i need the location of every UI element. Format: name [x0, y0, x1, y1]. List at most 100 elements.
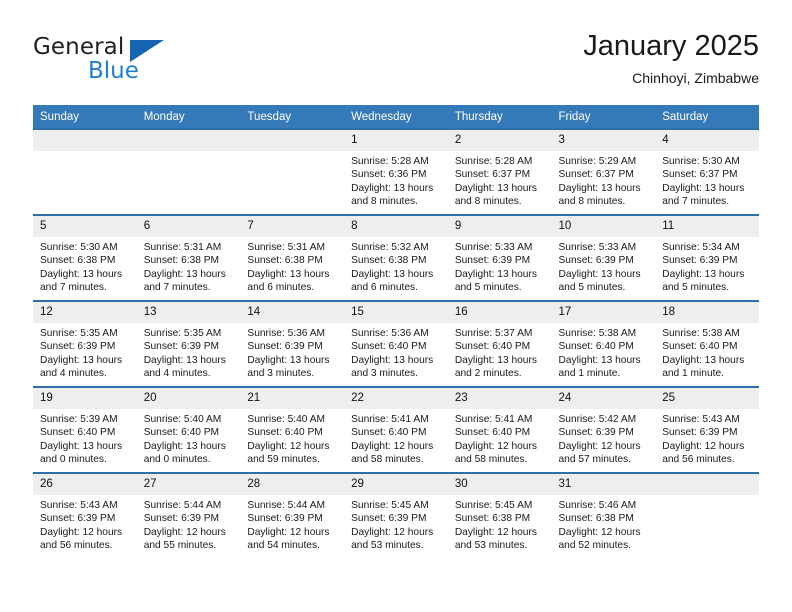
calendar-day-cell[interactable]: 3 Sunrise: 5:29 AM Sunset: 6:37 PM Daylight… — [551, 128, 656, 215]
calendar-day-cell[interactable]: 9 Sunrise: 5:33 AM Sunset: 6:39 PM Daylight… — [447, 214, 552, 301]
daylight-duration-line1: Daylight: 12 hours — [40, 526, 123, 538]
title-block: January 2025 Chinhoyi, Zimbabwe — [583, 28, 759, 87]
day-cell-content: 14 Sunrise: 5:36 AM Sunset: 6:39 PM Dayligh… — [240, 302, 345, 386]
daylight-duration-line1: Daylight: 12 hours — [454, 526, 537, 538]
calendar-day-cell[interactable]: 31 Sunrise: 5:46 AM Sunset: 6:38 PM Dayligh… — [551, 472, 656, 558]
day-cell-content: 28 Sunrise: 5:44 AM Sunset: 6:39 PM Dayligh… — [240, 474, 345, 558]
calendar-day-cell[interactable]: 23 Sunrise: 5:41 AM Sunset: 6:40 PM Dayligh… — [447, 386, 552, 473]
sunrise-time: Sunrise: 5:43 AM — [40, 500, 118, 511]
daylight-duration-line2: and 58 minutes. — [454, 454, 528, 466]
calendar-day-cell[interactable]: 8 Sunrise: 5:32 AM Sunset: 6:38 PM Daylight… — [344, 214, 448, 301]
sunset-time: Sunset: 6:39 PM — [454, 255, 531, 267]
daylight-duration-line2: and 58 minutes. — [351, 454, 424, 466]
daylight-duration-line2: and 54 minutes. — [247, 540, 320, 552]
daylight-duration-line1: Daylight: 12 hours — [247, 526, 330, 538]
calendar-day-cell[interactable]: 6 Sunrise: 5:31 AM Sunset: 6:38 PM Daylight… — [136, 214, 241, 301]
sun-info: Sunrise: 5:44 AM Sunset: 6:39 PM Daylight:… — [137, 495, 241, 553]
day-number: 1 — [344, 130, 448, 151]
day-cell-content: 25 Sunrise: 5:43 AM Sunset: 6:39 PM Dayligh… — [655, 388, 759, 472]
calendar-day-cell[interactable]: 7 Sunrise: 5:31 AM Sunset: 6:38 PM Daylight… — [240, 214, 345, 301]
calendar-day-cell[interactable]: 17 Sunrise: 5:38 AM Sunset: 6:40 PM Dayligh… — [551, 300, 656, 387]
daylight-duration-line1: Daylight: 13 hours — [351, 354, 434, 366]
calendar-day-cell[interactable]: 2 Sunrise: 5:28 AM Sunset: 6:37 PM Daylight… — [447, 128, 552, 215]
calendar-day-cell[interactable]: 27 Sunrise: 5:44 AM Sunset: 6:39 PM Dayligh… — [136, 472, 241, 558]
day-number: 22 — [344, 388, 448, 409]
calendar-day-cell[interactable]: 28 Sunrise: 5:44 AM Sunset: 6:39 PM Dayligh… — [240, 472, 345, 558]
weekday-header-friday: Friday — [551, 105, 656, 129]
daylight-duration-line1: Daylight: 13 hours — [454, 354, 537, 366]
daylight-duration-line2: and 1 minute. — [662, 368, 724, 380]
day-number: 13 — [136, 302, 241, 323]
daylight-duration-line1: Daylight: 13 hours — [351, 182, 434, 194]
sunrise-time: Sunrise: 5:40 AM — [247, 414, 325, 425]
calendar-day-cell[interactable]: 13 Sunrise: 5:35 AM Sunset: 6:39 PM Dayligh… — [136, 300, 241, 387]
daylight-duration-line1: Daylight: 13 hours — [40, 440, 123, 452]
sun-info: Sunrise: 5:44 AM Sunset: 6:39 PM Daylight:… — [240, 495, 344, 553]
day-number: 29 — [344, 474, 448, 495]
day-number: 25 — [655, 388, 759, 409]
day-number: 5 — [33, 216, 137, 237]
calendar-day-cell[interactable]: 25 Sunrise: 5:43 AM Sunset: 6:39 PM Dayligh… — [655, 386, 759, 473]
calendar-empty-cell — [33, 128, 137, 215]
day-number — [240, 130, 345, 151]
calendar-day-cell[interactable]: 24 Sunrise: 5:42 AM Sunset: 6:39 PM Dayligh… — [551, 386, 656, 473]
sun-info: Sunrise: 5:36 AM Sunset: 6:40 PM Daylight:… — [344, 323, 448, 381]
daylight-duration-line2: and 4 minutes. — [143, 368, 211, 380]
day-number: 16 — [447, 302, 552, 323]
calendar-day-cell[interactable]: 20 Sunrise: 5:40 AM Sunset: 6:40 PM Dayligh… — [136, 386, 241, 473]
sunrise-time: Sunrise: 5:41 AM — [351, 414, 429, 425]
day-cell-content: 17 Sunrise: 5:38 AM Sunset: 6:40 PM Dayligh… — [551, 302, 656, 386]
calendar-body: 1 Sunrise: 5:28 AM Sunset: 6:36 PM Daylight… — [33, 128, 759, 558]
sunrise-time: Sunrise: 5:30 AM — [662, 156, 740, 167]
calendar-week-row: 5 Sunrise: 5:30 AM Sunset: 6:38 PM Daylight… — [33, 214, 759, 301]
sunrise-time: Sunrise: 5:32 AM — [351, 242, 429, 253]
calendar-day-cell[interactable]: 16 Sunrise: 5:37 AM Sunset: 6:40 PM Dayligh… — [447, 300, 552, 387]
calendar-day-cell[interactable]: 30 Sunrise: 5:45 AM Sunset: 6:38 PM Dayligh… — [447, 472, 552, 558]
sunset-time: Sunset: 6:39 PM — [247, 513, 323, 525]
sunset-time: Sunset: 6:38 PM — [40, 255, 116, 267]
daylight-duration-line2: and 59 minutes. — [247, 454, 320, 466]
daylight-duration-line2: and 0 minutes. — [40, 454, 107, 466]
calendar-day-cell[interactable]: 18 Sunrise: 5:38 AM Sunset: 6:40 PM Dayligh… — [655, 300, 759, 387]
day-cell-content: 4 Sunrise: 5:30 AM Sunset: 6:37 PM Daylight… — [655, 130, 759, 214]
general-blue-logo[interactable]: General Blue — [33, 34, 253, 92]
daylight-duration-line2: and 55 minutes. — [143, 540, 217, 552]
calendar-day-cell[interactable]: 12 Sunrise: 5:35 AM Sunset: 6:39 PM Dayligh… — [33, 300, 137, 387]
day-cell-content: 7 Sunrise: 5:31 AM Sunset: 6:38 PM Daylight… — [240, 216, 345, 300]
sunset-time: Sunset: 6:38 PM — [351, 255, 427, 267]
sun-info: Sunrise: 5:46 AM Sunset: 6:38 PM Daylight:… — [552, 495, 656, 553]
daylight-duration-line2: and 0 minutes. — [143, 454, 211, 466]
day-cell-content: 22 Sunrise: 5:41 AM Sunset: 6:40 PM Dayligh… — [344, 388, 448, 472]
sunset-time: Sunset: 6:39 PM — [40, 341, 116, 353]
sunrise-time: Sunrise: 5:28 AM — [454, 156, 533, 167]
daylight-duration-line2: and 8 minutes. — [558, 196, 626, 208]
page-title: January 2025 — [583, 30, 759, 62]
calendar-day-cell[interactable]: 14 Sunrise: 5:36 AM Sunset: 6:39 PM Dayligh… — [240, 300, 345, 387]
sun-info: Sunrise: 5:39 AM Sunset: 6:40 PM Daylight:… — [33, 409, 137, 467]
calendar-day-cell[interactable]: 19 Sunrise: 5:39 AM Sunset: 6:40 PM Dayligh… — [33, 386, 137, 473]
calendar-day-cell[interactable]: 11 Sunrise: 5:34 AM Sunset: 6:39 PM Dayligh… — [655, 214, 759, 301]
daylight-duration-line2: and 7 minutes. — [143, 282, 211, 294]
calendar-day-cell[interactable]: 15 Sunrise: 5:36 AM Sunset: 6:40 PM Dayligh… — [344, 300, 448, 387]
day-cell-content: 10 Sunrise: 5:33 AM Sunset: 6:39 PM Dayligh… — [551, 216, 656, 300]
sunset-time: Sunset: 6:39 PM — [558, 255, 634, 267]
weekday-header-wednesday: Wednesday — [344, 105, 448, 129]
calendar-day-cell[interactable]: 22 Sunrise: 5:41 AM Sunset: 6:40 PM Dayligh… — [344, 386, 448, 473]
sun-info: Sunrise: 5:29 AM Sunset: 6:37 PM Daylight:… — [552, 151, 656, 209]
daylight-duration-line1: Daylight: 13 hours — [558, 354, 641, 366]
calendar-day-cell[interactable]: 29 Sunrise: 5:45 AM Sunset: 6:39 PM Dayligh… — [344, 472, 448, 558]
calendar-day-cell[interactable]: 5 Sunrise: 5:30 AM Sunset: 6:38 PM Daylight… — [33, 214, 137, 301]
calendar-day-cell[interactable]: 26 Sunrise: 5:43 AM Sunset: 6:39 PM Dayligh… — [33, 472, 137, 558]
sunset-time: Sunset: 6:39 PM — [40, 513, 116, 525]
calendar-day-cell[interactable]: 1 Sunrise: 5:28 AM Sunset: 6:36 PM Daylight… — [344, 128, 448, 215]
calendar-day-cell[interactable]: 10 Sunrise: 5:33 AM Sunset: 6:39 PM Dayligh… — [551, 214, 656, 301]
day-number: 2 — [447, 130, 552, 151]
sun-info: Sunrise: 5:43 AM Sunset: 6:39 PM Daylight:… — [655, 409, 759, 467]
daylight-duration-line2: and 7 minutes. — [40, 282, 107, 294]
sunset-time: Sunset: 6:39 PM — [662, 427, 738, 439]
day-number: 9 — [447, 216, 552, 237]
calendar-day-cell[interactable]: 21 Sunrise: 5:40 AM Sunset: 6:40 PM Dayligh… — [240, 386, 345, 473]
calendar-day-cell[interactable]: 4 Sunrise: 5:30 AM Sunset: 6:37 PM Daylight… — [655, 128, 759, 215]
day-cell-content: 11 Sunrise: 5:34 AM Sunset: 6:39 PM Dayligh… — [655, 216, 759, 300]
sunset-time: Sunset: 6:40 PM — [351, 427, 427, 439]
